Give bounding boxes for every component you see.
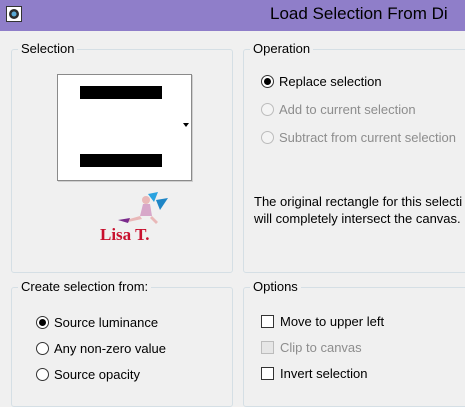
checkbox-move-to-upper-left[interactable]: Move to upper left: [261, 314, 384, 329]
options-legend: Options: [250, 279, 301, 294]
preview-bar-top: [80, 86, 162, 99]
selection-legend: Selection: [18, 41, 78, 56]
radio-label: Add to current selection: [279, 102, 416, 117]
operation-note: The original rectangle for this selecti …: [254, 193, 465, 227]
checkbox[interactable]: [261, 341, 274, 354]
radio-label: Subtract from current selection: [279, 130, 457, 145]
checkbox-label: Move to upper left: [280, 314, 385, 329]
checkbox-clip-to-canvas[interactable]: Clip to canvas: [261, 340, 362, 355]
app-icon[interactable]: [6, 6, 22, 22]
radio-button[interactable]: [36, 368, 49, 381]
create-selection-legend: Create selection from:: [18, 279, 152, 294]
note-line-1: The original rectangle for this selecti: [254, 194, 463, 209]
note-line-2: will completely intersect the canvas.: [254, 211, 461, 226]
checkbox-label: Invert selection: [280, 366, 368, 381]
radio-label: Replace selection: [279, 74, 382, 89]
radio-button[interactable]: [36, 342, 49, 355]
window-title: Load Selection From Di: [270, 4, 448, 23]
radio-button[interactable]: [261, 131, 274, 144]
preview-bar-bottom: [80, 154, 162, 167]
options-group: Options Move to upper left Clip to canva…: [243, 279, 465, 407]
create-selection-group: Create selection from: Source luminance …: [11, 279, 233, 407]
operation-legend: Operation: [250, 41, 314, 56]
radio-label: Any non-zero value: [54, 341, 167, 356]
radio-button[interactable]: [261, 103, 274, 116]
radio-source-opacity[interactable]: Source opacity: [36, 367, 140, 382]
selection-preview-dropdown[interactable]: [57, 74, 192, 181]
radio-any-non-zero[interactable]: Any non-zero value: [36, 341, 166, 356]
radio-button[interactable]: [36, 316, 49, 329]
logo-text: Lisa T.: [100, 225, 149, 244]
checkbox[interactable]: [261, 315, 274, 328]
radio-subtract-from-selection[interactable]: Subtract from current selection: [261, 130, 456, 145]
checkbox[interactable]: [261, 367, 274, 380]
radio-label: Source luminance: [54, 315, 159, 330]
lisa-t-logo: Lisa T.: [96, 190, 176, 253]
checkbox-label: Clip to canvas: [280, 340, 362, 355]
operation-group: Operation Replace selection Add to curre…: [243, 41, 465, 273]
radio-button[interactable]: [261, 75, 274, 88]
title-bar[interactable]: Load Selection From Di: [0, 0, 465, 31]
radio-replace-selection[interactable]: Replace selection: [261, 74, 382, 89]
radio-label: Source opacity: [54, 367, 140, 382]
radio-add-to-selection[interactable]: Add to current selection: [261, 102, 416, 117]
dialog-body: Selection Lisa T. Operation Replace sele…: [0, 31, 465, 407]
radio-source-luminance[interactable]: Source luminance: [36, 315, 158, 330]
dropdown-arrow-icon: [183, 123, 189, 127]
selection-group: Selection Lisa T.: [11, 41, 233, 273]
checkbox-invert-selection[interactable]: Invert selection: [261, 366, 367, 381]
